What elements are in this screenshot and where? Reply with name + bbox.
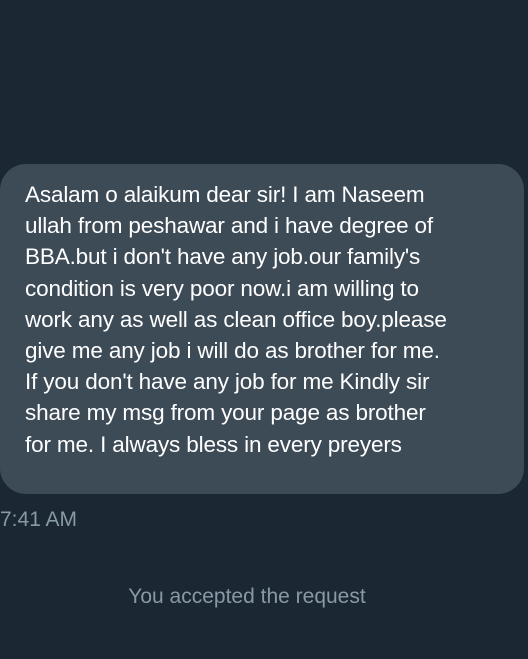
request-accepted-notice: You accepted the request (128, 585, 366, 608)
message-text: Asalam o alaikum dear sir! I am Naseem u… (25, 182, 447, 457)
message-bubble[interactable]: Asalam o alaikum dear sir! I am Naseem u… (0, 164, 524, 494)
message-timestamp: 7:41 AM (0, 508, 78, 531)
